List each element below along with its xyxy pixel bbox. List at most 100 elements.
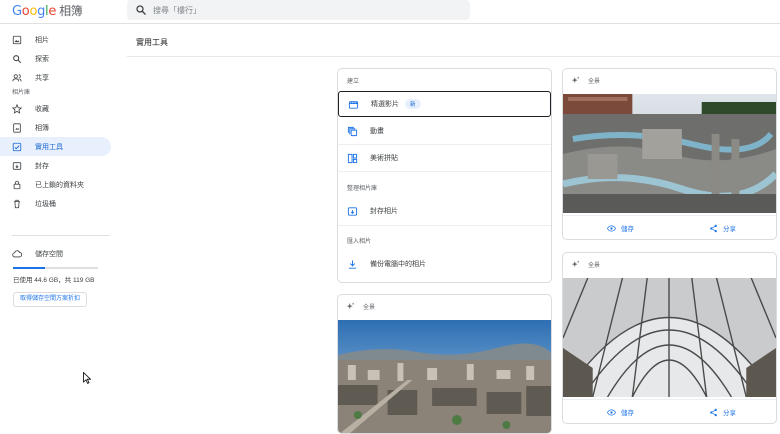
save-button[interactable]: 儲存 bbox=[607, 223, 634, 233]
card-header: 全景 bbox=[571, 260, 600, 269]
storage-progress-fill bbox=[13, 267, 45, 269]
sidebar-item-archive[interactable]: 封存 bbox=[0, 156, 120, 175]
album-icon bbox=[12, 122, 22, 133]
movie-icon bbox=[348, 99, 359, 110]
card-heading: 全景 bbox=[588, 79, 601, 85]
logo-letter: o bbox=[29, 4, 38, 19]
sidebar-item-label: 相片 bbox=[35, 36, 49, 44]
tool-label: 備份電腦中的相片 bbox=[370, 261, 426, 268]
row-divider bbox=[338, 171, 551, 172]
sidebar-item-label: 共享 bbox=[35, 74, 49, 82]
panorama-photo[interactable] bbox=[338, 320, 551, 434]
sidebar-item-favorites[interactable]: 收藏 bbox=[0, 99, 120, 118]
utilities-icon bbox=[12, 142, 22, 152]
row-divider bbox=[338, 225, 551, 226]
trash-icon bbox=[12, 199, 22, 209]
new-badge: 新 bbox=[405, 99, 421, 109]
tool-backup-computer[interactable]: 備份電腦中的相片 bbox=[338, 251, 551, 277]
storage-progress-bar bbox=[13, 267, 98, 269]
create-tools-card: 建立 精選影片 新 動畫 美術拼貼 整理相片庫 封存相片 匯入相片 備份電腦中的… bbox=[337, 68, 552, 283]
sidebar-item-label: 實用工具 bbox=[35, 143, 63, 151]
card-heading: 全景 bbox=[588, 263, 601, 269]
sidebar-item-label: 垃圾桶 bbox=[35, 200, 56, 208]
search-icon[interactable] bbox=[135, 4, 147, 16]
storage-label: 儲存空間 bbox=[35, 251, 63, 258]
tool-collage[interactable]: 美術拼貼 bbox=[338, 145, 551, 171]
logo-letter: e bbox=[48, 4, 57, 19]
storage-panel: 儲存空間 已使用 44.6 GB，共 119 GB 取得儲存空間方案折扣 bbox=[0, 245, 120, 307]
panorama-photo[interactable] bbox=[563, 94, 776, 213]
search-icon bbox=[12, 54, 22, 64]
tool-label: 美術拼貼 bbox=[370, 155, 398, 162]
sidebar-item-albums[interactable]: 相簿 bbox=[0, 118, 120, 137]
search-input[interactable] bbox=[153, 2, 453, 18]
eye-icon bbox=[607, 224, 616, 232]
sidebar-item-trash[interactable]: 垃圾桶 bbox=[0, 194, 120, 213]
download-icon bbox=[347, 259, 358, 270]
sidebar-item-label: 探索 bbox=[35, 55, 49, 63]
sidebar-item-label: 封存 bbox=[35, 162, 49, 170]
cloud-icon bbox=[12, 249, 23, 259]
tool-label: 精選影片 bbox=[371, 101, 399, 108]
group-label-import: 匯入相片 bbox=[347, 239, 372, 245]
storage-link[interactable]: 儲存空間 bbox=[0, 245, 120, 263]
sidebar-item-photos[interactable]: 相片 bbox=[0, 30, 120, 49]
archive-icon bbox=[347, 206, 358, 217]
share-button[interactable]: 分享 bbox=[709, 223, 736, 233]
sidebar-nav: 相片 探索 共享 相片庫 收藏 相簿 實用工具 封存 已上鎖的資料夾 垃圾桶 bbox=[0, 30, 120, 213]
sidebar-divider bbox=[12, 235, 110, 236]
sidebar-item-label: 相簿 bbox=[35, 124, 49, 132]
tool-label: 封存相片 bbox=[370, 208, 398, 215]
tool-label: 動畫 bbox=[370, 128, 384, 135]
library-section-label: 相片庫 bbox=[12, 90, 31, 96]
storage-usage-text: 已使用 44.6 GB，共 119 GB bbox=[13, 277, 95, 284]
save-label: 儲存 bbox=[621, 410, 634, 417]
star-icon bbox=[12, 103, 22, 114]
share-icon bbox=[710, 224, 717, 232]
tool-animation[interactable]: 動畫 bbox=[338, 118, 551, 144]
panorama-photo[interactable] bbox=[563, 278, 776, 397]
group-label-create: 建立 bbox=[347, 79, 360, 85]
eye-icon bbox=[607, 408, 616, 416]
sidebar-item-locked-folder[interactable]: 已上鎖的資料夾 bbox=[0, 175, 120, 194]
sidebar-item-utilities[interactable]: 實用工具 bbox=[0, 137, 111, 156]
sparkle-icon bbox=[571, 76, 580, 84]
card-actions: 儲存 分享 bbox=[563, 215, 776, 239]
sparkle-icon bbox=[346, 302, 355, 310]
mouse-cursor bbox=[83, 372, 91, 384]
card-heading: 全景 bbox=[363, 305, 376, 311]
google-photos-logo[interactable]: Google 相簿 bbox=[12, 2, 83, 19]
search-bar[interactable] bbox=[127, 0, 470, 20]
card-header: 全景 bbox=[346, 302, 375, 311]
panorama-card[interactable]: 全景 儲存 分享 bbox=[562, 68, 777, 240]
sidebar-item-explore[interactable]: 探索 bbox=[0, 49, 120, 68]
logo-letter: G bbox=[12, 4, 22, 19]
animation-icon bbox=[347, 126, 358, 137]
card-header: 全景 bbox=[571, 76, 600, 85]
sidebar-item-label: 收藏 bbox=[35, 105, 49, 113]
tool-archive-photos[interactable]: 封存相片 bbox=[338, 198, 551, 224]
buy-storage-button[interactable]: 取得儲存空間方案折扣 bbox=[13, 292, 88, 307]
sidebar-item-label: 已上鎖的資料夾 bbox=[35, 181, 84, 189]
logo-letter: g bbox=[37, 4, 46, 19]
photo-icon bbox=[12, 35, 22, 45]
logo-app-name: 相簿 bbox=[59, 4, 83, 18]
panorama-card[interactable]: 全景 bbox=[337, 294, 552, 434]
people-icon bbox=[12, 73, 22, 83]
save-button[interactable]: 儲存 bbox=[607, 407, 634, 417]
top-app-bar: Google 相簿 bbox=[0, 0, 780, 24]
share-label: 分享 bbox=[723, 226, 736, 233]
panorama-card[interactable]: 全景 儲存 分享 bbox=[562, 252, 777, 424]
share-label: 分享 bbox=[723, 410, 736, 417]
save-label: 儲存 bbox=[621, 226, 634, 233]
card-actions: 儲存 分享 bbox=[563, 399, 776, 423]
sidebar-item-sharing[interactable]: 共享 bbox=[0, 68, 120, 87]
tool-highlight-video[interactable]: 精選影片 新 bbox=[338, 91, 551, 117]
collage-icon bbox=[347, 153, 358, 164]
page-title: 實用工具 bbox=[136, 38, 168, 47]
share-button[interactable]: 分享 bbox=[709, 407, 736, 417]
archive-icon bbox=[12, 161, 22, 171]
share-icon bbox=[710, 408, 717, 416]
title-divider bbox=[127, 56, 780, 57]
sparkle-icon bbox=[571, 260, 580, 268]
